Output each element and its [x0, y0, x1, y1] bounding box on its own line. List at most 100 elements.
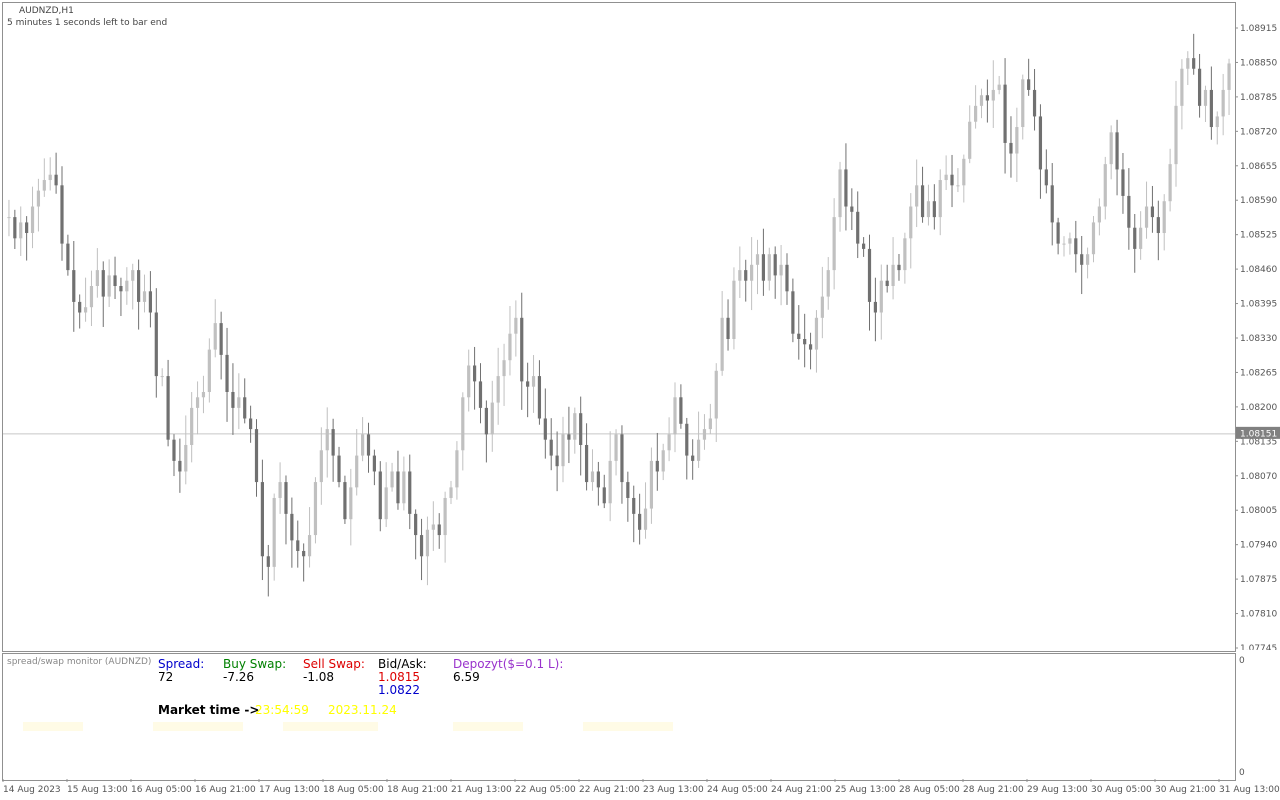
time-tick-label: 28 Aug 05:00 [899, 785, 960, 795]
price-tick-label: 1.07875 [1240, 575, 1277, 585]
candle-body [526, 381, 530, 387]
candle-body [696, 439, 701, 461]
time-tick-label: 30 Aug 05:00 [1091, 785, 1152, 795]
time-tick-label: 21 Aug 13:00 [451, 785, 512, 795]
candle-body [573, 413, 577, 440]
candle-body [66, 243, 70, 271]
candle-body [643, 508, 648, 530]
candle-body [508, 333, 512, 361]
candle-body [254, 429, 259, 483]
time-tick-label: 30 Aug 21:00 [1155, 785, 1216, 795]
price-tick-label: 1.08395 [1240, 300, 1277, 310]
price-axis[interactable]: 1.08915 1.08850 1.08785 1.08720 1.08655 1.085… [1235, 2, 1280, 650]
candle-body [649, 460, 654, 509]
candle-body [1162, 201, 1166, 234]
candle-body [514, 317, 518, 334]
price-tick-label: 1.08005 [1240, 506, 1277, 516]
candle-body [1215, 116, 1219, 128]
candle-body [985, 95, 989, 101]
faint-label-block [583, 722, 673, 731]
time-axis[interactable]: 14 Aug 2023 15 Aug 13:00 16 Aug 05:00 16 Au… [0, 779, 1280, 800]
candle-body [1103, 164, 1107, 207]
candle-body [414, 513, 418, 536]
candle-body [89, 286, 94, 308]
time-tick-label: 16 Aug 05:00 [131, 785, 192, 795]
candle-body [1139, 227, 1143, 249]
candle-body [750, 264, 754, 281]
price-tick-label: 1.08265 [1240, 368, 1277, 378]
candle-body [962, 158, 966, 186]
candle-body [520, 317, 524, 382]
candle-body [131, 270, 135, 281]
price-tick-label: 1.08460 [1240, 265, 1277, 275]
candle-body [738, 270, 742, 281]
candle-body [1038, 116, 1043, 170]
indicator-window[interactable]: spread/swap monitor (AUDNZD) Spread: 72 … [2, 653, 1236, 781]
candle-body [915, 185, 919, 207]
candle-body [555, 455, 559, 467]
candle-body [903, 238, 907, 271]
candle-body [968, 121, 972, 159]
candle-body [726, 317, 730, 339]
candle-body [1144, 206, 1149, 228]
candle-body [1009, 142, 1013, 154]
candle-body [938, 180, 942, 218]
candle-body [1186, 58, 1190, 69]
candle-body [661, 450, 665, 472]
faint-label-block [23, 722, 83, 731]
candle-body [396, 471, 400, 504]
price-tick-label: 1.08070 [1240, 472, 1277, 482]
candle-body [1027, 79, 1031, 90]
candle-body [7, 217, 11, 219]
candle-body [419, 535, 424, 557]
candle-body [284, 482, 288, 514]
candle-body [885, 280, 889, 287]
price-tick-label: 1.08525 [1240, 231, 1277, 241]
candle-body [366, 434, 371, 456]
price-tick-label: 1.08915 [1240, 24, 1277, 34]
candle-body [95, 270, 99, 287]
candle-body [1062, 243, 1066, 245]
candle-body [437, 524, 441, 536]
candle-body [909, 206, 913, 239]
candle-body [1168, 164, 1172, 202]
candle-body [531, 376, 536, 387]
candle-body [307, 535, 312, 557]
candle-body [1044, 169, 1048, 186]
candle-body [166, 376, 170, 440]
candle-body [779, 264, 783, 276]
candle-body [83, 307, 88, 313]
candle-body [950, 174, 954, 186]
candle-body [213, 323, 217, 350]
candlestick-chart[interactable] [3, 3, 1235, 651]
main-chart-window[interactable]: AUDNZD,H1 5 minutes 1 seconds left to ba… [2, 2, 1236, 652]
time-tick-label: 22 Aug 05:00 [515, 785, 576, 795]
candle-body [732, 280, 736, 339]
candle-body [997, 84, 1001, 90]
candle-body [862, 243, 866, 249]
candle-body [184, 444, 188, 472]
candle-body [632, 497, 636, 514]
candle-body [803, 339, 807, 345]
candle-body [42, 180, 46, 191]
candle-body [974, 105, 978, 122]
candle-body [1015, 127, 1019, 154]
candle-body [856, 211, 860, 244]
candle-body [449, 487, 453, 498]
candle-body [590, 471, 595, 483]
candle-body [720, 317, 724, 371]
candle-body [1074, 238, 1078, 255]
time-tick-label: 18 Aug 21:00 [387, 785, 448, 795]
time-tick-label: 23 Aug 13:00 [643, 785, 704, 795]
time-tick-label: 28 Aug 21:00 [963, 785, 1024, 795]
candle-body [814, 317, 819, 350]
candle-body [154, 312, 158, 377]
time-tick-label: 24 Aug 05:00 [707, 785, 768, 795]
candle-body [408, 471, 412, 514]
candle-body [1056, 222, 1060, 244]
chart-title: AUDNZD,H1 [19, 6, 74, 16]
candle-body [844, 169, 848, 207]
candle-body [1209, 89, 1213, 128]
candle-body [296, 540, 300, 551]
time-tick-label: 17 Aug 13:00 [259, 785, 320, 795]
